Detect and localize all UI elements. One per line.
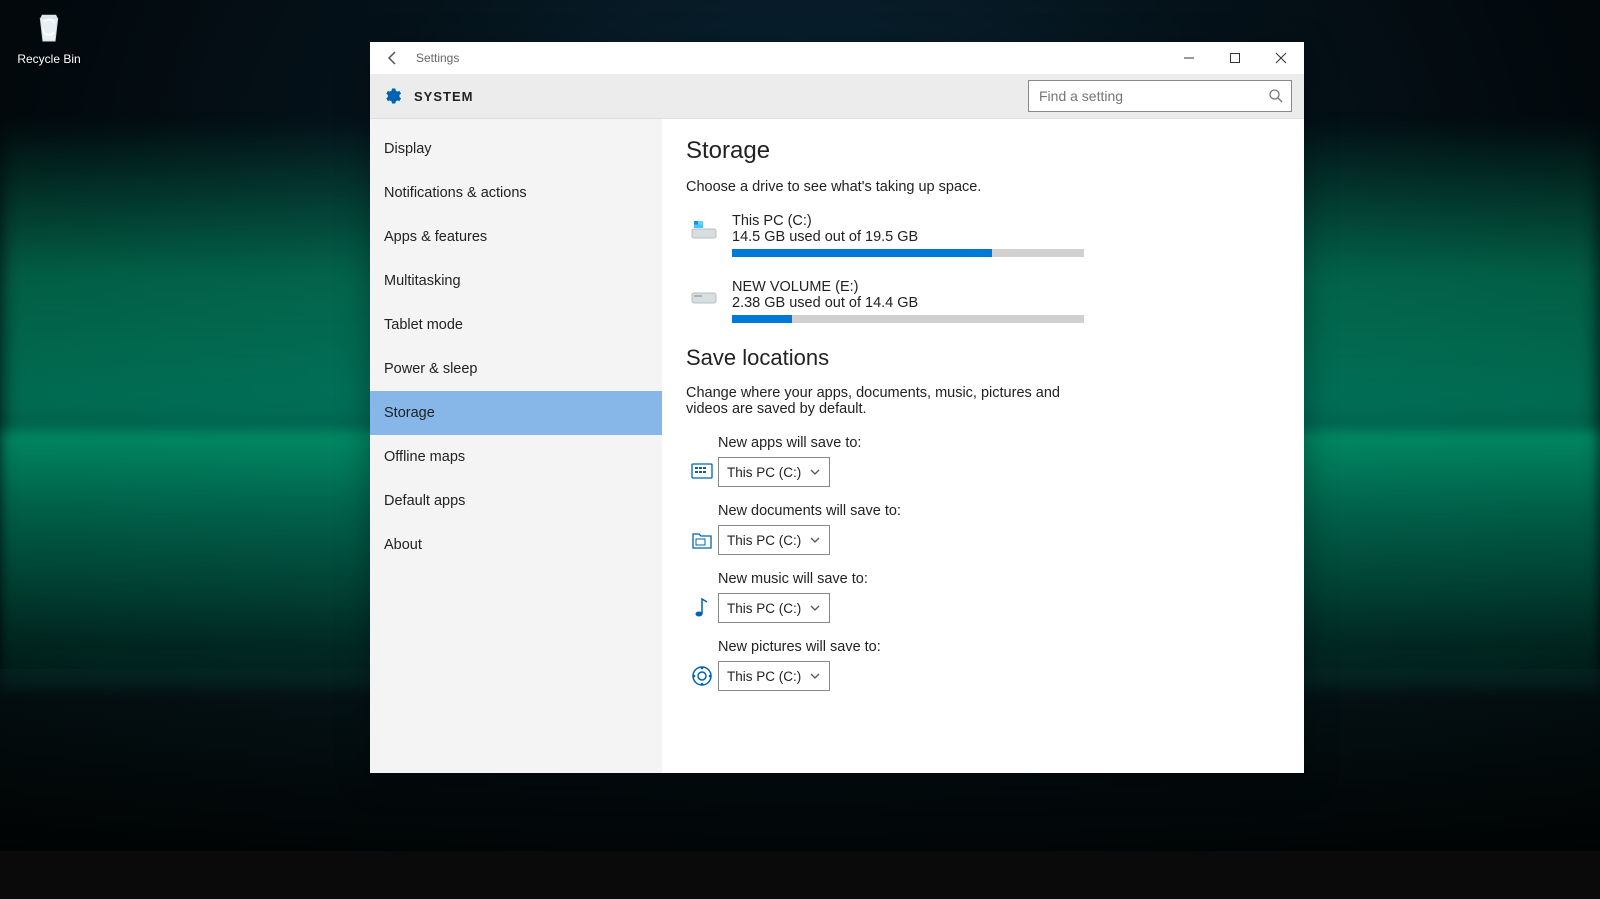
save-location-dropdown-apps[interactable]: This PC (C:) bbox=[718, 457, 830, 487]
save-locations-heading: Save locations bbox=[686, 345, 1280, 371]
content-area: Storage Choose a drive to see what's tak… bbox=[662, 119, 1304, 773]
sidebar-item-tablet-mode[interactable]: Tablet mode bbox=[370, 303, 662, 347]
sidebar-item-label: Storage bbox=[384, 405, 435, 421]
pictures-icon bbox=[686, 665, 718, 687]
sidebar-item-label: Notifications & actions bbox=[384, 185, 527, 201]
recycle-bin-icon bbox=[28, 6, 70, 48]
sidebar-item-label: Power & sleep bbox=[384, 361, 478, 377]
drive-name: This PC (C:) bbox=[732, 213, 1280, 229]
drive-name: NEW VOLUME (E:) bbox=[732, 279, 1280, 295]
sidebar-item-label: Multitasking bbox=[384, 273, 461, 289]
dropdown-value: This PC (C:) bbox=[727, 465, 801, 480]
recycle-bin-label: Recycle Bin bbox=[14, 52, 84, 66]
drive-icon bbox=[686, 285, 722, 307]
chevron-down-icon bbox=[809, 602, 821, 614]
save-location-label: New music will save to: bbox=[718, 571, 1280, 587]
sidebar-item-multitasking[interactable]: Multitasking bbox=[370, 259, 662, 303]
sidebar-item-about[interactable]: About bbox=[370, 523, 662, 567]
titlebar: Settings bbox=[370, 42, 1304, 74]
dropdown-value: This PC (C:) bbox=[727, 601, 801, 616]
save-location-label: New documents will save to: bbox=[718, 503, 1280, 519]
window-title: Settings bbox=[416, 51, 459, 65]
save-locations-subheading: Change where your apps, documents, music… bbox=[686, 385, 1086, 417]
maximize-button[interactable] bbox=[1212, 42, 1258, 74]
sidebar-item-label: Default apps bbox=[384, 493, 465, 509]
music-icon bbox=[686, 597, 718, 619]
save-location-dropdown-documents[interactable]: This PC (C:) bbox=[718, 525, 830, 555]
settings-window: Settings SYSTEM Display Notifications & a… bbox=[370, 42, 1304, 773]
header-title: SYSTEM bbox=[414, 89, 473, 104]
drive-icon bbox=[686, 219, 722, 241]
close-button[interactable] bbox=[1258, 42, 1304, 74]
sidebar-item-offline-maps[interactable]: Offline maps bbox=[370, 435, 662, 479]
back-button[interactable] bbox=[370, 42, 416, 74]
drive-progress bbox=[732, 249, 1084, 257]
sidebar-item-display[interactable]: Display bbox=[370, 127, 662, 171]
sidebar-item-label: Offline maps bbox=[384, 449, 465, 465]
documents-icon bbox=[686, 530, 718, 550]
sidebar-item-label: Display bbox=[384, 141, 432, 157]
save-location-dropdown-music[interactable]: This PC (C:) bbox=[718, 593, 830, 623]
dropdown-value: This PC (C:) bbox=[727, 533, 801, 548]
chevron-down-icon bbox=[809, 534, 821, 546]
sidebar-item-label: About bbox=[384, 537, 422, 553]
drive-1[interactable]: NEW VOLUME (E:)2.38 GB used out of 14.4 … bbox=[686, 279, 1280, 323]
sidebar-item-notifications-actions[interactable]: Notifications & actions bbox=[370, 171, 662, 215]
header-bar: SYSTEM bbox=[370, 74, 1304, 119]
save-location-row-documents: New documents will save to: This PC (C:) bbox=[686, 503, 1280, 555]
minimize-button[interactable] bbox=[1166, 42, 1212, 74]
save-location-row-apps: New apps will save to: This PC (C:) bbox=[686, 435, 1280, 487]
chevron-down-icon bbox=[809, 670, 821, 682]
sidebar-item-power-sleep[interactable]: Power & sleep bbox=[370, 347, 662, 391]
sidebar: Display Notifications & actions Apps & fea… bbox=[370, 119, 662, 773]
save-location-dropdown-pictures[interactable]: This PC (C:) bbox=[718, 661, 830, 691]
taskbar[interactable] bbox=[0, 851, 1600, 899]
drive-usage-text: 2.38 GB used out of 14.4 GB bbox=[732, 295, 1280, 311]
sidebar-item-default-apps[interactable]: Default apps bbox=[370, 479, 662, 523]
chevron-down-icon bbox=[809, 466, 821, 478]
apps-icon bbox=[686, 463, 718, 481]
sidebar-item-label: Apps & features bbox=[384, 229, 487, 245]
gear-icon bbox=[382, 86, 402, 106]
storage-heading: Storage bbox=[686, 137, 1280, 165]
sidebar-item-storage[interactable]: Storage bbox=[370, 391, 662, 435]
save-location-label: New pictures will save to: bbox=[718, 639, 1280, 655]
search-input[interactable] bbox=[1028, 80, 1292, 112]
search-icon bbox=[1268, 88, 1284, 104]
sidebar-item-apps-features[interactable]: Apps & features bbox=[370, 215, 662, 259]
save-location-row-pictures: New pictures will save to: This PC (C:) bbox=[686, 639, 1280, 691]
drive-progress bbox=[732, 315, 1084, 323]
save-location-row-music: New music will save to: This PC (C:) bbox=[686, 571, 1280, 623]
storage-subheading: Choose a drive to see what's taking up s… bbox=[686, 179, 1280, 195]
drive-usage-text: 14.5 GB used out of 19.5 GB bbox=[732, 229, 1280, 245]
save-location-label: New apps will save to: bbox=[718, 435, 1280, 451]
desktop-icon-recycle-bin[interactable]: Recycle Bin bbox=[14, 6, 84, 66]
dropdown-value: This PC (C:) bbox=[727, 669, 801, 684]
sidebar-item-label: Tablet mode bbox=[384, 317, 463, 333]
drive-0[interactable]: This PC (C:)14.5 GB used out of 19.5 GB bbox=[686, 213, 1280, 257]
